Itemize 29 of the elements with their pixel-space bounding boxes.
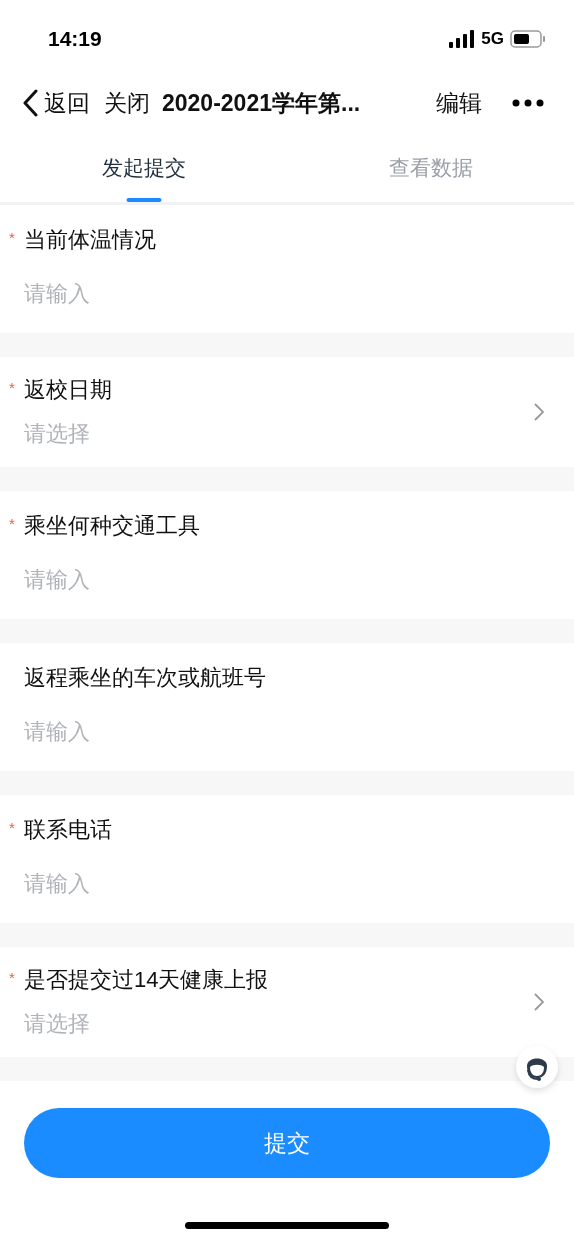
more-icon[interactable] [512,99,544,107]
field-label: 当前体温情况 [24,227,156,252]
input-field[interactable]: 请输入 [24,715,550,747]
required-mark: * [9,378,15,398]
edit-button[interactable]: 编辑 [436,85,482,121]
back-button[interactable]: 返回 [22,85,90,121]
field-label: 乘坐何种交通工具 [24,513,200,538]
close-button[interactable]: 关闭 [104,85,150,121]
input-field[interactable]: 请输入 [24,277,550,309]
required-mark: * [9,818,15,838]
input-field[interactable]: 请输入 [24,867,550,899]
status-time: 14:19 [48,25,102,52]
chevron-icon [534,993,544,1011]
field-label: 返校日期 [24,377,112,402]
input-field[interactable]: 请输入 [24,563,550,595]
battery-icon [510,29,546,48]
network-label: 5G [481,27,504,50]
required-mark: * [9,968,15,988]
back-icon [22,89,38,117]
field-label: 返程乘坐的车次或航班号 [24,665,266,690]
field-label: 是否提交过14天健康上报 [24,967,269,992]
page-title: 2020-2021学年第... [162,88,361,118]
tab[interactable]: 发起提交 [0,139,287,202]
required-mark: * [9,514,15,534]
tab-indicator [126,198,161,202]
signal-icon [449,29,476,48]
required-mark: * [9,228,15,248]
field-label: 联系电话 [24,817,112,842]
chevron-icon [534,403,544,421]
